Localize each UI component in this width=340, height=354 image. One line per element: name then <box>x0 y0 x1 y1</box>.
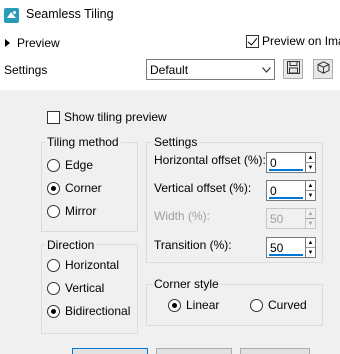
spin-down-icon[interactable]: ▼ <box>306 163 315 172</box>
spin-down-icon[interactable]: ▼ <box>306 191 315 200</box>
settings-label: Settings <box>4 63 48 77</box>
radio-button[interactable] <box>47 181 60 195</box>
corner-style-title: Corner style <box>152 277 221 291</box>
cancel-button[interactable] <box>156 348 232 354</box>
show-tiling-preview-checkbox[interactable]: Show tiling preview <box>47 110 167 124</box>
app-icon <box>4 8 19 23</box>
radio-button[interactable] <box>168 298 181 312</box>
direction-title: Direction <box>45 238 97 252</box>
tiling-option-label: Corner <box>65 181 102 195</box>
transition-input[interactable]: 50 <box>266 237 306 258</box>
direction-option-label: Horizontal <box>65 258 120 272</box>
vertical-offset-spinner[interactable]: 0 ▲ ▼ <box>266 180 318 201</box>
spin-down-icon[interactable]: ▼ <box>306 248 315 257</box>
window-title: Seamless Tiling <box>26 7 114 21</box>
width-label: Width (%): <box>154 209 211 223</box>
radio-button[interactable] <box>47 158 60 172</box>
show-tiling-checkbox-box[interactable] <box>47 110 60 124</box>
radio-button[interactable] <box>47 304 60 318</box>
spin-up-icon[interactable]: ▲ <box>306 209 315 219</box>
radio-button[interactable] <box>47 204 60 218</box>
direction-option-horizontal[interactable]: Horizontal <box>47 258 119 272</box>
horizontal-offset-label: Horizontal offset (%): <box>154 153 266 167</box>
corner-option-curved[interactable]: Curved <box>250 298 307 312</box>
horizontal-offset-input[interactable]: 0 <box>266 152 306 173</box>
horizontal-offset-value: 0 <box>270 156 277 170</box>
preset-select[interactable]: Default <box>146 59 275 80</box>
ok-button[interactable] <box>72 348 148 354</box>
corner-option-label: Linear <box>186 298 220 312</box>
settings-group-title: Settings <box>152 135 200 149</box>
tiling-option-label: Mirror <box>65 204 97 218</box>
cube-icon <box>317 61 330 77</box>
tiling-option-mirror[interactable]: Mirror <box>47 204 96 218</box>
show-tiling-label: Show tiling preview <box>64 110 167 124</box>
transition-spinner[interactable]: 50 ▲ ▼ <box>266 237 318 258</box>
transition-label: Transition (%): <box>154 238 232 252</box>
spin-up-icon[interactable]: ▲ <box>306 238 315 248</box>
preview-on-checkbox-box[interactable] <box>246 34 259 48</box>
corner-option-label: Curved <box>268 298 307 312</box>
radio-button[interactable] <box>250 298 263 312</box>
vertical-offset-input[interactable]: 0 <box>266 180 306 201</box>
spin-up-icon[interactable]: ▲ <box>306 181 315 191</box>
preview-label: Preview <box>17 36 60 50</box>
radio-button[interactable] <box>47 258 60 272</box>
direction-option-label: Vertical <box>65 281 105 295</box>
preview-toggle[interactable]: Preview <box>5 35 60 51</box>
width-value: 50 <box>270 212 284 226</box>
horizontal-offset-spinner[interactable]: 0 ▲ ▼ <box>266 152 318 173</box>
tiling-method-title: Tiling method <box>45 135 121 149</box>
radio-button[interactable] <box>47 281 60 295</box>
preview-on-label: Preview on Ima <box>262 34 340 48</box>
help-button[interactable] <box>240 348 310 354</box>
save-preset-button[interactable] <box>283 59 303 79</box>
direction-option-label: Bidirectional <box>65 304 131 318</box>
expand-arrow-icon <box>5 39 10 47</box>
corner-option-linear[interactable]: Linear <box>168 298 219 312</box>
vertical-offset-value: 0 <box>270 184 277 198</box>
width-input[interactable]: 50 <box>266 208 306 229</box>
preview-on-image-checkbox[interactable]: Preview on Ima <box>246 34 340 48</box>
spin-down-icon[interactable]: ▼ <box>306 219 315 228</box>
chevron-down-icon[interactable] <box>258 60 274 79</box>
direction-option-vertical[interactable]: Vertical <box>47 281 104 295</box>
reset-preset-button[interactable] <box>313 59 333 79</box>
tiling-option-edge[interactable]: Edge <box>47 158 93 172</box>
preset-value: Default <box>150 63 189 77</box>
spin-up-icon[interactable]: ▲ <box>306 153 315 163</box>
save-icon <box>286 61 300 77</box>
tiling-option-corner[interactable]: Corner <box>47 181 102 195</box>
direction-option-bidirectional[interactable]: Bidirectional <box>47 304 130 318</box>
vertical-offset-label: Vertical offset (%): <box>154 181 252 195</box>
tiling-option-label: Edge <box>65 158 94 172</box>
transition-value: 50 <box>270 241 284 255</box>
width-spinner[interactable]: 50 ▲ ▼ <box>266 208 318 229</box>
